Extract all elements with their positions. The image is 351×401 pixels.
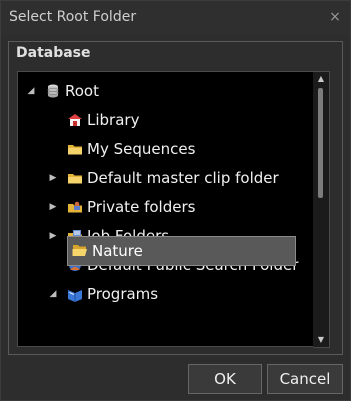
folder-icon xyxy=(68,145,82,155)
scroll-up-icon[interactable]: ▲ xyxy=(316,74,326,84)
tree-item-partial[interactable] xyxy=(18,340,314,347)
tree-item-nature[interactable]: Nature xyxy=(67,236,296,266)
vertical-scrollbar[interactable]: ▲ ▼ xyxy=(313,71,330,348)
tree-item-label: Nature xyxy=(92,242,143,260)
tree-item-label: Library xyxy=(87,111,140,129)
scroll-thumb[interactable] xyxy=(318,88,323,198)
title-bar: Select Root Folder × xyxy=(1,1,350,35)
tree-item-label: Root xyxy=(65,82,99,100)
tree-item-label: Programs xyxy=(87,285,159,303)
private-folder-icon xyxy=(68,201,82,213)
folder-tree[interactable]: ◢ Root Library My Sequences ▶ Default ma… xyxy=(17,71,314,347)
expanded-arrow-icon[interactable]: ◢ xyxy=(25,85,37,97)
collapsed-arrow-icon[interactable]: ▶ xyxy=(47,172,59,184)
tree-item-label: Private folders xyxy=(87,198,196,216)
tree-item-programs[interactable]: ◢ Programs xyxy=(18,281,314,307)
tree-item-root[interactable]: ◢ Root xyxy=(18,78,314,104)
tree-item-private-folders[interactable]: ▶ Private folders xyxy=(18,194,314,220)
cancel-button[interactable]: Cancel xyxy=(267,364,343,394)
tree-item-label: My Sequences xyxy=(87,140,196,158)
tree-item-my-sequences[interactable]: My Sequences xyxy=(18,136,314,162)
tree-item-library[interactable]: Library xyxy=(18,107,314,133)
select-root-folder-dialog: Select Root Folder × Database ◢ Root Lib… xyxy=(0,0,351,401)
folder-icon xyxy=(89,345,105,347)
close-icon[interactable]: × xyxy=(326,8,344,26)
database-icon xyxy=(47,84,59,98)
open-folder-icon xyxy=(72,245,87,256)
window-title: Select Root Folder xyxy=(9,9,137,25)
expanded-arrow-icon[interactable]: ◢ xyxy=(47,288,59,300)
folder-icon xyxy=(68,174,82,184)
scroll-down-icon[interactable]: ▼ xyxy=(316,335,326,345)
programs-icon xyxy=(68,290,82,302)
group-label: Database xyxy=(16,45,91,61)
tree-item-default-master-clip-folder[interactable]: ▶ Default master clip folder xyxy=(18,165,314,191)
collapsed-arrow-icon[interactable]: ▶ xyxy=(47,201,59,213)
ok-button[interactable]: OK xyxy=(188,364,262,394)
library-icon xyxy=(68,114,82,126)
collapsed-arrow-icon[interactable]: ▶ xyxy=(47,230,59,242)
tree-item-label: Default master clip folder xyxy=(87,169,279,187)
